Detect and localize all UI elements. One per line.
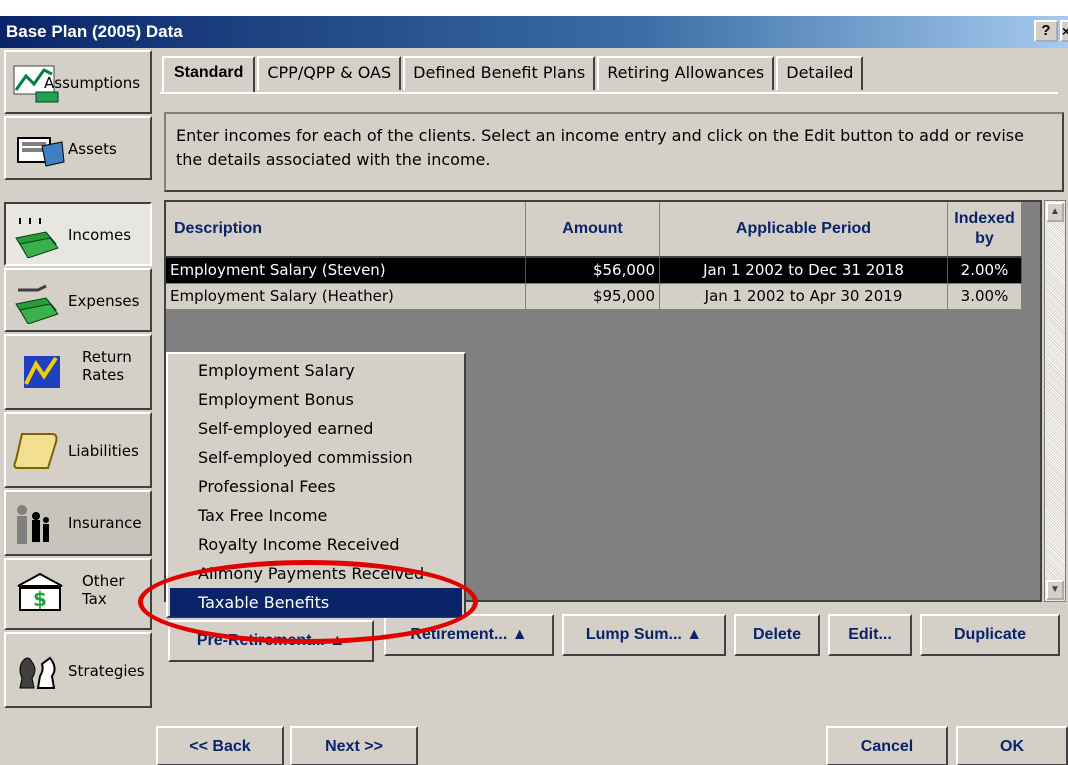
cell-amount: $95,000 [526, 284, 660, 310]
duplicate-button[interactable]: Duplicate [920, 614, 1060, 656]
rates-label: Rates [82, 366, 125, 384]
sidebar-item-strategies[interactable]: Strategies [4, 632, 152, 708]
return-rates-chart-icon [24, 356, 60, 388]
sidebar-item-label: Incomes [68, 226, 132, 244]
sidebar-item-insurance[interactable]: Insurance [4, 490, 152, 556]
window-title: Base Plan (2005) Data [6, 22, 183, 41]
cell-period: Jan 1 2002 to Dec 31 2018 [660, 258, 948, 284]
menu-item-tax-free-income[interactable]: Tax Free Income [168, 501, 464, 530]
next-button[interactable]: Next >> [290, 726, 418, 765]
menu-item-employment-salary[interactable]: Employment Salary [168, 356, 464, 385]
tab-divider [160, 92, 1058, 94]
sidebar-item-label: Assumptions [44, 74, 141, 92]
close-button[interactable]: × [1060, 20, 1068, 42]
sidebar-item-liabilities[interactable]: Liabilities [4, 412, 152, 488]
instructions-text: Enter incomes for each of the clients. S… [164, 112, 1064, 192]
sidebar-item-label: Liabilities [68, 442, 139, 460]
other-label: Other [82, 572, 125, 590]
cell-period: Jan 1 2002 to Apr 30 2019 [660, 284, 948, 310]
sidebar-item-incomes[interactable]: Incomes [4, 202, 152, 266]
sidebar-item-assets[interactable]: Assets [4, 116, 152, 180]
table-row[interactable]: Employment Salary (Heather) $95,000 Jan … [166, 284, 1022, 310]
col-period-header[interactable]: Applicable Period [660, 202, 948, 258]
tax-label: Tax [82, 590, 107, 608]
cell-indexed: 3.00% [948, 284, 1022, 310]
scroll-icon [13, 433, 58, 469]
svg-text:$: $ [33, 587, 47, 611]
cell-description: Employment Salary (Heather) [166, 284, 526, 310]
sidebar-item-label: Other Tax [82, 572, 125, 608]
cell-description: Employment Salary (Steven) [166, 258, 526, 284]
return-label: Return [82, 348, 132, 366]
cell-amount: $56,000 [526, 258, 660, 284]
table-row[interactable]: Employment Salary (Steven) $56,000 Jan 1… [166, 258, 1022, 284]
ok-button[interactable]: OK [956, 726, 1068, 765]
assets-folder-icon [17, 137, 65, 167]
back-button[interactable]: << Back [156, 726, 284, 765]
sidebar-item-other-tax[interactable]: $ Other Tax [4, 558, 152, 630]
table-scrollbar[interactable]: ▲ ▼ [1044, 200, 1066, 602]
help-button[interactable]: ? [1034, 20, 1058, 42]
tab-strip: Standard CPP/QPP & OAS Defined Benefit P… [162, 56, 865, 92]
edit-button[interactable]: Edit... [828, 614, 912, 656]
money-incomes-icon [15, 218, 59, 258]
sidebar-item-expenses[interactable]: Expenses [4, 268, 152, 332]
family-icon [17, 505, 49, 544]
table-header: Description Amount Applicable Period Ind… [166, 202, 1022, 258]
menu-item-self-employed-earned[interactable]: Self-employed earned [168, 414, 464, 443]
scroll-up-icon[interactable]: ▲ [1046, 202, 1064, 222]
title-bar: Base Plan (2005) Data ? × [0, 16, 1068, 48]
tab-retiring-allowances[interactable]: Retiring Allowances [597, 56, 775, 90]
sidebar-item-label: Assets [68, 140, 117, 158]
col-indexed-header[interactable]: Indexed by [948, 202, 1022, 258]
cell-indexed: 2.00% [948, 258, 1022, 284]
col-amount-header[interactable]: Amount [526, 202, 660, 258]
tab-cpp-qpp-oas[interactable]: CPP/QPP & OAS [257, 56, 402, 90]
menu-item-royalty-income[interactable]: Royalty Income Received [168, 530, 464, 559]
sidebar-item-label: Insurance [68, 514, 142, 532]
menu-item-professional-fees[interactable]: Professional Fees [168, 472, 464, 501]
col-description-header[interactable]: Description [166, 202, 526, 258]
sidebar: Assumptions Assets Incomes Expenses Retu… [0, 48, 156, 765]
bank-dollar-icon: $ [17, 572, 63, 611]
tab-defined-benefit-plans[interactable]: Defined Benefit Plans [403, 56, 596, 90]
lump-sum-button[interactable]: Lump Sum... ▲ [562, 614, 726, 656]
menu-item-self-employed-commission[interactable]: Self-employed commission [168, 443, 464, 472]
tab-standard[interactable]: Standard [162, 56, 256, 92]
sidebar-item-label: Strategies [68, 662, 145, 680]
top-white-strip [0, 0, 1068, 16]
red-highlight-oval [138, 560, 478, 644]
sidebar-item-return-rates[interactable]: Return Rates [4, 334, 152, 410]
chess-icon [19, 656, 56, 689]
money-expenses-icon [15, 284, 59, 324]
menu-item-employment-bonus[interactable]: Employment Bonus [168, 385, 464, 414]
sidebar-item-label: Expenses [68, 292, 140, 310]
scroll-down-icon[interactable]: ▼ [1046, 580, 1064, 600]
cancel-button[interactable]: Cancel [826, 726, 948, 765]
sidebar-item-label: Return Rates [82, 348, 132, 384]
tab-detailed[interactable]: Detailed [776, 56, 864, 90]
sidebar-item-assumptions[interactable]: Assumptions [4, 50, 152, 114]
delete-button[interactable]: Delete [734, 614, 820, 656]
